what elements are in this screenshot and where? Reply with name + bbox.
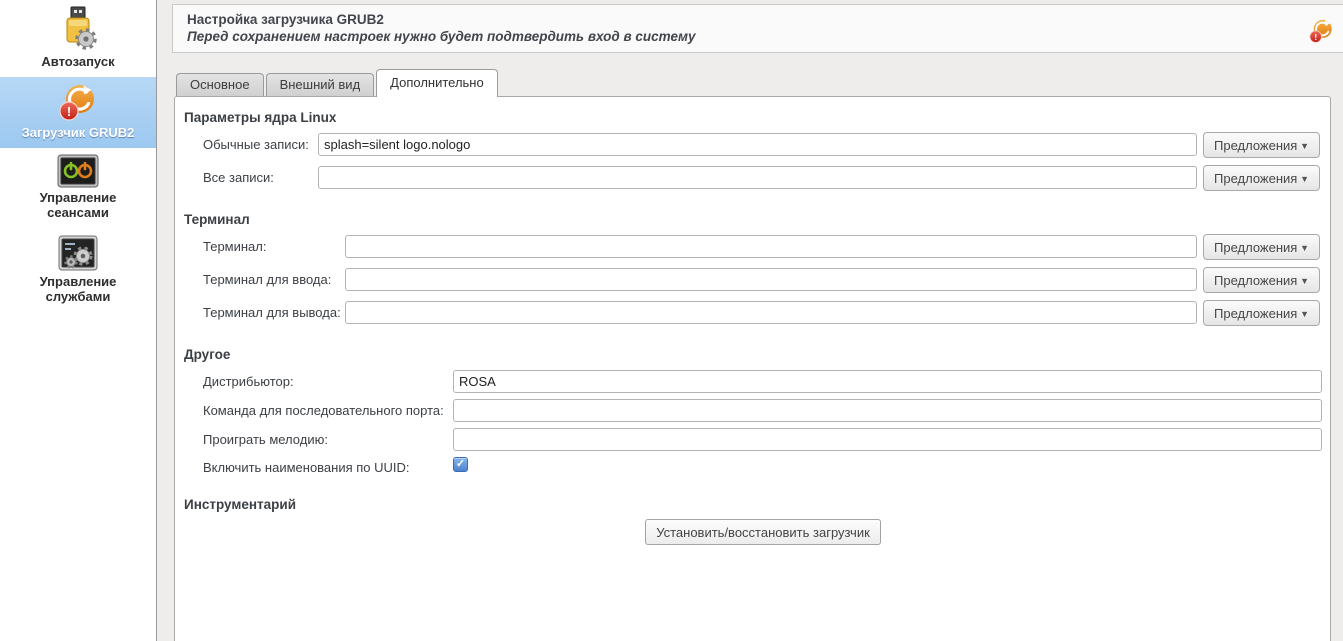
form-row: Терминал для ввода: Предложения ▼ <box>175 267 1330 294</box>
sidebar-item-label: Управление сеансами <box>39 190 117 220</box>
all-entries-input[interactable] <box>318 166 1197 189</box>
play-tune-input[interactable] <box>453 428 1322 451</box>
suggestions-button[interactable]: Предложения ▼ <box>1203 165 1320 191</box>
advanced-tab-panel: Параметры ядра Linux Обычные записи: Пре… <box>174 96 1331 641</box>
terminal-output-input[interactable] <box>345 301 1197 324</box>
form-row: Проиграть мелодию: <box>175 428 1330 454</box>
chevron-down-icon: ▼ <box>1300 140 1309 151</box>
suggestions-button[interactable]: Предложения ▼ <box>1203 300 1320 326</box>
sidebar-item-label: Автозапуск <box>41 54 115 69</box>
form-row: Терминал для вывода: Предложения ▼ <box>175 300 1330 327</box>
terminal-input[interactable] <box>345 235 1197 258</box>
suggestions-button-label: Предложения <box>1214 137 1298 153</box>
terminal-input-input[interactable] <box>345 268 1197 291</box>
tab-appearance[interactable]: Внешний вид <box>265 73 375 96</box>
chevron-down-icon: ▼ <box>1300 173 1309 184</box>
suggestions-button[interactable]: Предложения ▼ <box>1203 132 1320 158</box>
field-label: Включить наименования по UUID: <box>203 460 410 475</box>
sidebar-item-sessions[interactable]: Управление сеансами <box>0 148 156 228</box>
suggestions-button[interactable]: Предложения ▼ <box>1203 267 1320 293</box>
field-label: Терминал: <box>203 239 267 254</box>
sidebar: Автозапуск ! Загрузчик GRUB2 Управление … <box>0 0 157 641</box>
section-title-kernel: Параметры ядра Linux <box>184 110 337 125</box>
sidebar-item-label: Загрузчик GRUB2 <box>21 125 135 140</box>
services-icon <box>2 234 154 272</box>
tab-bar: Основное Внешний вид Дополнительно <box>176 69 500 97</box>
sidebar-item-grub2[interactable]: ! Загрузчик GRUB2 <box>0 77 156 148</box>
section-title-terminal: Терминал <box>184 212 250 227</box>
form-row: Все записи: Предложения ▼ <box>175 165 1330 192</box>
tab-main[interactable]: Основное <box>176 73 264 96</box>
sessions-icon <box>2 154 154 188</box>
distributor-input[interactable] <box>453 370 1322 393</box>
svg-text:!: ! <box>67 104 71 119</box>
field-label: Обычные записи: <box>203 137 309 152</box>
field-label: Проиграть мелодию: <box>203 432 328 447</box>
suggestions-button-label: Предложения <box>1214 239 1298 255</box>
header: Настройка загрузчика GRUB2 Перед сохране… <box>172 4 1343 53</box>
suggestions-button-label: Предложения <box>1214 272 1298 288</box>
sidebar-item-autostart[interactable]: Автозапуск <box>0 0 156 77</box>
uuid-naming-checkbox[interactable]: ✓ <box>453 457 468 472</box>
form-row: Дистрибьютор: <box>175 370 1330 396</box>
form-row: Обычные записи: Предложения ▼ <box>175 132 1330 159</box>
chevron-down-icon: ▼ <box>1300 242 1309 253</box>
section-title-other: Другое <box>184 347 231 362</box>
serial-port-command-input[interactable] <box>453 399 1322 422</box>
svg-text:!: ! <box>1314 32 1317 42</box>
form-row: Терминал: Предложения ▼ <box>175 234 1330 261</box>
field-label: Терминал для ввода: <box>203 272 332 287</box>
field-label: Дистрибьютор: <box>203 374 294 389</box>
tab-advanced[interactable]: Дополнительно <box>376 69 498 97</box>
suggestions-button[interactable]: Предложения ▼ <box>1203 234 1320 260</box>
page-subtitle: Перед сохранением настроек нужно будет п… <box>187 29 696 44</box>
chevron-down-icon: ▼ <box>1300 308 1309 319</box>
page-title: Настройка загрузчика GRUB2 <box>187 12 384 27</box>
autostart-icon <box>2 6 154 52</box>
section-title-tools: Инструментарий <box>184 497 296 512</box>
form-row: Команда для последовательного порта: <box>175 399 1330 425</box>
field-label: Все записи: <box>203 170 274 185</box>
form-row: Включить наименования по UUID: ✓ <box>175 456 1330 482</box>
sidebar-item-services[interactable]: Управление службами <box>0 228 156 312</box>
normal-entries-input[interactable] <box>318 133 1197 156</box>
grub2-app-icon[interactable]: ! <box>1308 18 1335 45</box>
chevron-down-icon: ▼ <box>1300 275 1309 286</box>
field-label: Терминал для вывода: <box>203 305 341 320</box>
checkmark-icon: ✓ <box>455 458 466 470</box>
install-restore-bootloader-button[interactable]: Установить/восстановить загрузчик <box>645 519 881 545</box>
field-label: Команда для последовательного порта: <box>203 403 444 418</box>
suggestions-button-label: Предложения <box>1214 170 1298 186</box>
suggestions-button-label: Предложения <box>1214 305 1298 321</box>
grub2-icon: ! <box>2 83 154 123</box>
sidebar-item-label: Управление службами <box>39 274 117 304</box>
